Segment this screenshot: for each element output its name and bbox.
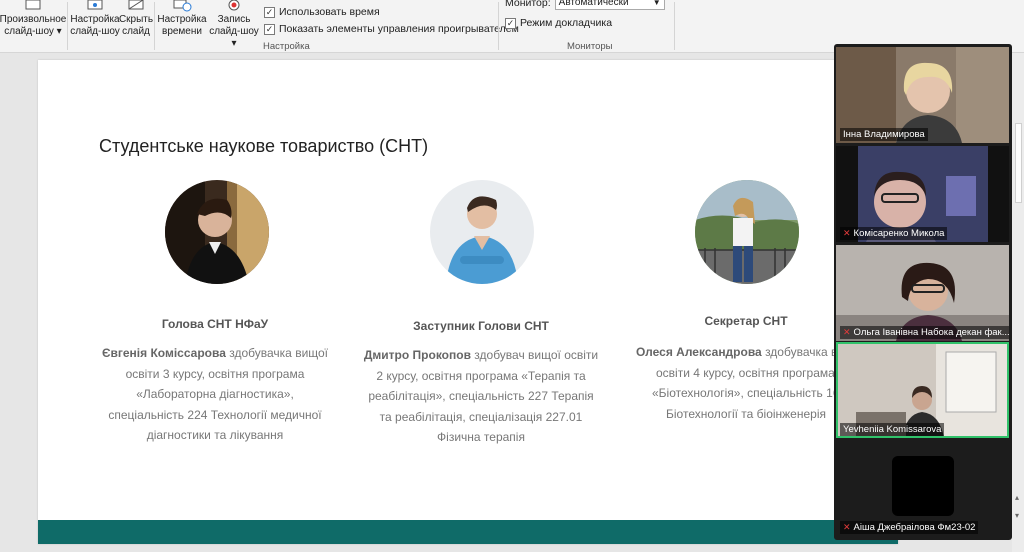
- ribbon-separator: [67, 2, 68, 50]
- custom-slideshow-button[interactable]: Произвольное слайд-шоу ▾: [0, 0, 66, 40]
- participant-name-2: ✕ Комісаренко Микола: [840, 227, 948, 240]
- participant-tile-1[interactable]: Інна Владимирова: [836, 47, 1009, 143]
- member-photo-3: [695, 180, 799, 284]
- slide-canvas: Студентське наукове товариство (СНТ) Гол…: [38, 60, 898, 544]
- participant-name-1: Інна Владимирова: [840, 128, 928, 141]
- member-name-3: Олеся Александрова: [636, 345, 762, 359]
- custom-slideshow-icon: [23, 0, 43, 12]
- ribbon-separator: [674, 2, 675, 50]
- participant-tile-3[interactable]: ✕ Ольга Іванівна Набока декан фак...: [836, 245, 1009, 341]
- member-photo-2: [430, 180, 534, 284]
- ribbon-separator: [498, 2, 499, 50]
- desc-line: та реабілітація, спеціалізація 227.01: [379, 409, 583, 424]
- monitor-label: Монитор:: [505, 0, 551, 9]
- setup-slideshow-button[interactable]: Настройка слайд-шоу: [70, 0, 120, 40]
- participant-tile-2[interactable]: ✕ Комісаренко Микола: [836, 146, 1009, 242]
- muted-mic-icon: ✕: [843, 228, 851, 238]
- show-media-controls-checkbox[interactable]: ✓ Показать элементы управления проигрыва…: [264, 23, 519, 35]
- hide-slide-button[interactable]: Скрыть слайд: [119, 0, 153, 40]
- checkmark-icon: ✓: [264, 6, 275, 18]
- custom-slideshow-label: Произвольное: [0, 14, 67, 25]
- member-name-2: Дмитро Прокопов: [363, 348, 471, 362]
- monitor-row: Монитор: Автоматически ▼: [505, 0, 665, 10]
- setup-slideshow-icon: [85, 0, 105, 12]
- rehearse-timings-label2: времени: [162, 26, 202, 37]
- participant-tile-4-active-speaker[interactable]: Yevheniia Komissarova: [836, 342, 1009, 438]
- member-description-2: Дмитро Прокопов здобувач вищої освіти 2 …: [351, 345, 611, 448]
- member-description-1: Євгенія Коміссарова здобувачка вищої осв…: [85, 343, 345, 446]
- scroll-up-icon[interactable]: ▴: [1015, 493, 1019, 502]
- rehearse-timings-icon: [172, 0, 192, 12]
- participant-name-4: Yevheniia Komissarova: [840, 423, 945, 436]
- use-timings-label: Использовать время: [279, 6, 380, 18]
- presenter-view-checkbox[interactable]: ✓ Режим докладчика: [505, 17, 612, 29]
- desc-line: Фізична терапія: [437, 430, 525, 444]
- desc-line: здобувачка ві: [761, 345, 841, 359]
- member-name-1: Євгенія Коміссарова: [101, 346, 226, 360]
- record-slideshow-label: Запись: [217, 14, 251, 25]
- scrollbar-thumb[interactable]: [1015, 123, 1022, 203]
- member-role-2: Заступник Голови СНТ: [413, 319, 549, 333]
- desc-line: спеціальність 224 Технології медичної: [108, 407, 322, 422]
- desc-line: здобувачка вищої: [225, 346, 329, 360]
- desc-line: «Біотехнологія», спеціальність 16: [652, 386, 840, 400]
- show-media-controls-label: Показать элементы управления проигрывате…: [279, 23, 519, 35]
- member-role-1: Голова СНТ НФаУ: [161, 317, 269, 331]
- use-timings-checkbox[interactable]: ✓ Использовать время: [264, 6, 380, 18]
- presenter-view-label: Режим докладчика: [520, 17, 613, 29]
- checkmark-icon: ✓: [264, 23, 275, 35]
- rehearse-timings-label: Настройка: [157, 14, 207, 25]
- record-slideshow-button[interactable]: Запись слайд-шоу ▾: [207, 0, 261, 49]
- monitor-value: Автоматически: [558, 0, 629, 8]
- desc-line: «Лабораторна діагностика»,: [136, 387, 294, 401]
- video-participants-panel[interactable]: Інна Владимирова ✕ Комісаренко Микола ✕ Ол…: [834, 44, 1012, 540]
- monitor-dropdown[interactable]: Автоматически ▼: [554, 0, 665, 10]
- checkmark-icon: ✓: [505, 17, 516, 29]
- scroll-down-icon[interactable]: ▾: [1015, 511, 1019, 520]
- custom-slideshow-label2: слайд-шоу ▾: [4, 26, 62, 37]
- hide-slide-icon: [126, 0, 146, 12]
- participant-tile-5[interactable]: ✕ Аіша Джебраілова Фм23-02: [836, 440, 1009, 536]
- slide-title: Студентське наукове товариство (СНТ): [99, 136, 429, 156]
- desc-line: реабілітація», спеціальність 227 Терапія: [368, 389, 594, 403]
- rehearse-timings-button[interactable]: Настройка времени: [157, 0, 207, 40]
- hide-slide-label2: слайд: [122, 26, 150, 37]
- vertical-scrollbar[interactable]: ▴ ▾: [1012, 53, 1024, 552]
- group-label-setup: Настройка: [263, 41, 310, 52]
- record-icon: [224, 0, 244, 12]
- desc-line: діагностики та лікування: [146, 428, 284, 442]
- desc-line: освіти 3 курсу, освітня програма: [125, 366, 305, 381]
- participant-video-off-5: [892, 456, 954, 516]
- desc-line: освіти 4 курсу, освітня програма: [656, 365, 835, 380]
- participant-name-3: ✕ Ольга Іванівна Набока декан фак...: [840, 326, 1009, 339]
- slide-footer-bar: [38, 520, 898, 544]
- ribbon-separator: [154, 2, 155, 50]
- chevron-down-icon: ▼: [652, 0, 661, 7]
- desc-line: Біотехнології та біоінженерія: [666, 406, 826, 421]
- hide-slide-label: Скрыть: [118, 14, 154, 25]
- setup-slideshow-label: Настройка: [70, 14, 120, 25]
- muted-mic-icon: ✕: [843, 327, 851, 337]
- setup-slideshow-label2: слайд-шоу: [70, 26, 120, 37]
- desc-line: здобувач вищої освіти: [470, 348, 599, 362]
- group-label-monitors: Мониторы: [567, 41, 613, 52]
- record-slideshow-label2: слайд-шоу ▾: [209, 26, 259, 49]
- member-photo-1: [165, 180, 269, 284]
- desc-line: 2 курсу, освітня програма «Терапія та: [376, 368, 586, 383]
- muted-mic-icon: ✕: [843, 522, 851, 532]
- participant-name-5: ✕ Аіша Джебраілова Фм23-02: [840, 521, 979, 534]
